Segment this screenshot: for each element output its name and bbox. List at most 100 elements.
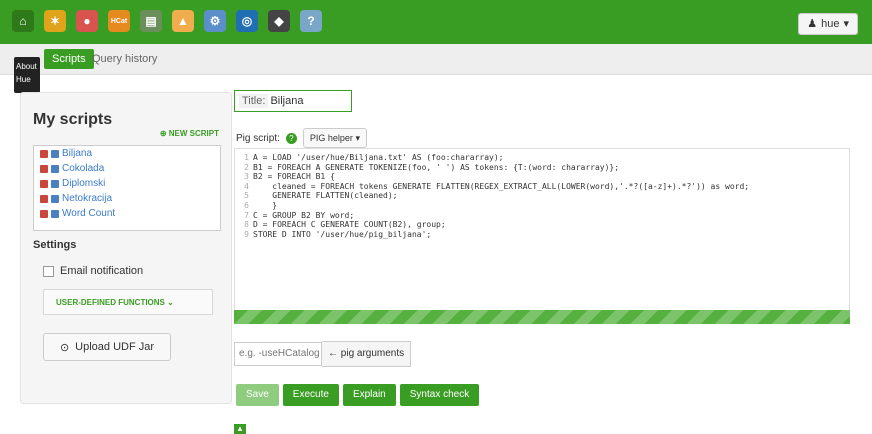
code-text: B2 = FOREACH B1 { (253, 172, 335, 182)
add-pig-argument-button[interactable]: ← pig arguments (322, 341, 412, 367)
tab-query-history[interactable]: Query history (84, 49, 165, 69)
pig-arguments-input[interactable] (234, 342, 322, 366)
delete-script-icon[interactable] (40, 164, 48, 173)
script-list-item[interactable]: Word Count (34, 206, 220, 221)
impala-icon[interactable]: ▤ (140, 10, 162, 32)
code-text: C = GROUP B2 BY word; (253, 210, 355, 220)
explain-button[interactable]: Explain (342, 384, 396, 406)
pig-script-label: Pig script: (236, 132, 280, 144)
code-text: A = LOAD '/user/hue/Biljana.txt' AS (foo… (253, 153, 504, 162)
script-list-item[interactable]: Cokolada (34, 161, 220, 176)
arrow-left-icon: ← (328, 348, 338, 359)
script-file-icon (51, 149, 59, 158)
scroll-to-top-button[interactable]: ▲ (234, 424, 246, 434)
line-number: 2 (244, 162, 249, 172)
action-buttons: Save Execute Explain Syntax check (236, 384, 480, 406)
email-notification-checkbox[interactable] (43, 265, 54, 277)
syntax-check-button[interactable]: Syntax check (399, 384, 480, 406)
line-number: 6 (244, 200, 249, 210)
upload-udf-label: Upload UDF Jar (75, 341, 155, 353)
code-line: 7 C = GROUP B2 BY word; (235, 211, 849, 221)
code-line: 6 } (235, 201, 849, 211)
script-file-icon (51, 194, 59, 203)
code-line: 2 B1 = FOREACH A GENERATE TOKENIZE(foo, '… (235, 163, 849, 173)
delete-script-icon[interactable] (40, 149, 48, 158)
beeswax-icon[interactable]: ✶ (44, 10, 66, 32)
script-name: Biljana (62, 148, 93, 159)
udf-toggle[interactable]: USER-DEFINED FUNCTIONS ⌄ (43, 289, 213, 315)
code-text: B1 = FOREACH A GENERATE TOKENIZE(foo, ' … (253, 162, 620, 172)
progress-bar (234, 310, 850, 324)
script-editor-panel: Title: Biljana Pig script: ? PIG helper … (234, 88, 854, 428)
title-field[interactable]: Title: Biljana (234, 90, 352, 112)
pig-helper-dropdown[interactable]: PIG helper ▾ (302, 128, 367, 148)
sidebar: My scripts ⊕ NEW SCRIPT Biljana Cokolada D… (20, 92, 232, 404)
user-menu-button[interactable]: ♟ hue ▾ (798, 13, 858, 35)
chevron-down-icon: ⌄ (167, 298, 174, 307)
code-line: 3 B2 = FOREACH B1 { (235, 172, 849, 182)
new-script-label: NEW SCRIPT (168, 129, 219, 138)
save-button[interactable]: Save (236, 384, 279, 406)
udf-label: USER-DEFINED FUNCTIONS (56, 298, 165, 307)
email-notification-option[interactable]: Email notification (43, 265, 143, 277)
code-editor[interactable]: 1 A = LOAD '/user/hue/Biljana.txt' AS (fo… (234, 148, 850, 316)
upload-icon: ⊙ (59, 341, 70, 354)
code-line: 1 A = LOAD '/user/hue/Biljana.txt' AS (fo… (235, 153, 849, 163)
line-number: 1 (244, 153, 249, 162)
tooltip-line-1: About (16, 62, 37, 71)
script-file-icon (51, 164, 59, 173)
script-list-item[interactable]: Netokracija (34, 191, 220, 206)
file-browser-icon[interactable]: ▲ (172, 10, 194, 32)
about-hue-tooltip: About Hue (14, 57, 40, 93)
script-list-item[interactable]: Biljana (34, 146, 220, 161)
hue-home-icon[interactable]: ⌂ (12, 10, 34, 32)
pig-helper-label: PIG helper (309, 133, 353, 143)
help-icon[interactable]: ? (285, 132, 297, 144)
job-designer-icon[interactable]: ⚙ (204, 10, 226, 32)
caret-down-icon: ▾ (355, 133, 360, 143)
script-name: Netokracija (62, 193, 113, 204)
delete-script-icon[interactable] (40, 209, 48, 218)
code-text: cleaned = FOREACH tokens GENERATE FLATTE… (253, 181, 750, 191)
line-number: 3 (244, 172, 249, 182)
code-line: 4 cleaned = FOREACH tokens GENERATE FLAT… (235, 182, 849, 192)
title-value: Biljana (270, 95, 304, 107)
script-list-item[interactable]: Diplomski (34, 176, 220, 191)
delete-script-icon[interactable] (40, 194, 48, 203)
plus-circle-icon: ⊕ (159, 129, 167, 138)
script-file-icon (51, 179, 59, 188)
line-number: 9 (244, 229, 249, 239)
pig-arguments-row: ← pig arguments (234, 341, 412, 367)
line-number: 5 (244, 191, 249, 201)
user-name: hue (821, 18, 840, 30)
new-script-link[interactable]: ⊕ NEW SCRIPT (160, 129, 219, 138)
job-browser-icon[interactable]: ◆ (268, 10, 290, 32)
pig-icon[interactable]: ● (76, 10, 98, 32)
hcat-icon[interactable]: HCat (108, 10, 130, 32)
script-list: Biljana Cokolada Diplomski Netokracija Word … (33, 145, 221, 231)
pig-script-row: Pig script: ? PIG helper ▾ (236, 128, 367, 148)
oozie-icon[interactable]: ◎ (236, 10, 258, 32)
code-text: GENERATE FLATTEN(cleaned); (253, 191, 398, 201)
sub-navigation: Scripts Query history (0, 44, 872, 75)
delete-script-icon[interactable] (40, 179, 48, 188)
line-number: 7 (244, 210, 249, 220)
code-text: D = FOREACH C GENERATE COUNT(B2), group; (253, 220, 446, 230)
script-name: Cokolada (62, 163, 105, 174)
settings-heading: Settings (33, 239, 77, 251)
help-icon[interactable]: ? (300, 10, 322, 32)
top-navbar: ⌂ ✶ ● HCat ▤ ▲ ⚙ ◎ ◆? ♟ hue ▾ (0, 0, 872, 44)
my-scripts-heading: My scripts (33, 111, 113, 128)
code-line: 9 STORE D INTO '/user/hue/pig_biljana'; (235, 230, 849, 240)
code-text: } (253, 200, 278, 210)
execute-button[interactable]: Execute (282, 384, 339, 406)
title-label: Title: (239, 94, 269, 108)
code-line: 5 GENERATE FLATTEN(cleaned); (235, 191, 849, 201)
caret-down-icon: ▾ (843, 18, 849, 30)
script-name: Diplomski (62, 178, 106, 189)
code-text: STORE D INTO '/user/hue/pig_biljana'; (253, 229, 432, 239)
upload-udf-button[interactable]: ⊙ Upload UDF Jar (43, 333, 171, 361)
tooltip-line-2: Hue (16, 75, 31, 84)
script-name: Word Count (62, 208, 116, 219)
code-line: 8 D = FOREACH C GENERATE COUNT(B2), group… (235, 220, 849, 230)
